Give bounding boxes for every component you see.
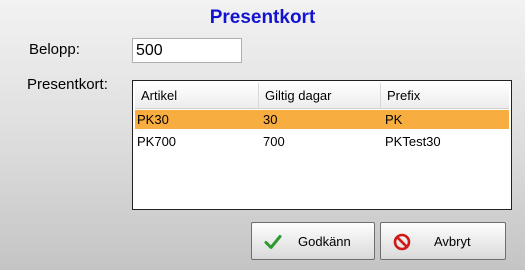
cell-prefix: PK — [385, 112, 403, 127]
cancel-button[interactable]: Avbryt — [380, 222, 506, 260]
approve-button-label: Godkänn — [298, 234, 351, 249]
cancel-button-label: Avbryt — [434, 234, 471, 249]
table-row[interactable]: PK30 30 PK — [135, 110, 509, 129]
column-header-artikel[interactable]: Artikel — [135, 83, 259, 108]
amount-input[interactable] — [132, 38, 242, 63]
table-row[interactable]: PK700 700 PKTest30 — [135, 132, 509, 151]
cancel-icon — [393, 233, 411, 251]
giftcard-table[interactable]: Artikel Giltig dagar Prefix PK30 30 PK P… — [132, 80, 512, 210]
cell-artikel: PK30 — [137, 112, 169, 127]
cell-artikel: PK700 — [137, 134, 177, 149]
approve-button[interactable]: Godkänn — [251, 222, 375, 260]
amount-label: Belopp: — [29, 41, 80, 58]
table-header: Artikel Giltig dagar Prefix — [135, 83, 509, 109]
giftcard-list-label: Presentkort: — [27, 76, 108, 93]
column-header-giltig-dagar[interactable]: Giltig dagar — [259, 83, 381, 108]
checkmark-icon — [264, 235, 282, 249]
cell-giltig-dagar: 700 — [263, 134, 285, 149]
cell-prefix: PKTest30 — [385, 134, 441, 149]
cell-giltig-dagar: 30 — [263, 112, 278, 127]
dialog-title: Presentkort — [209, 7, 316, 28]
column-header-prefix[interactable]: Prefix — [381, 83, 511, 108]
